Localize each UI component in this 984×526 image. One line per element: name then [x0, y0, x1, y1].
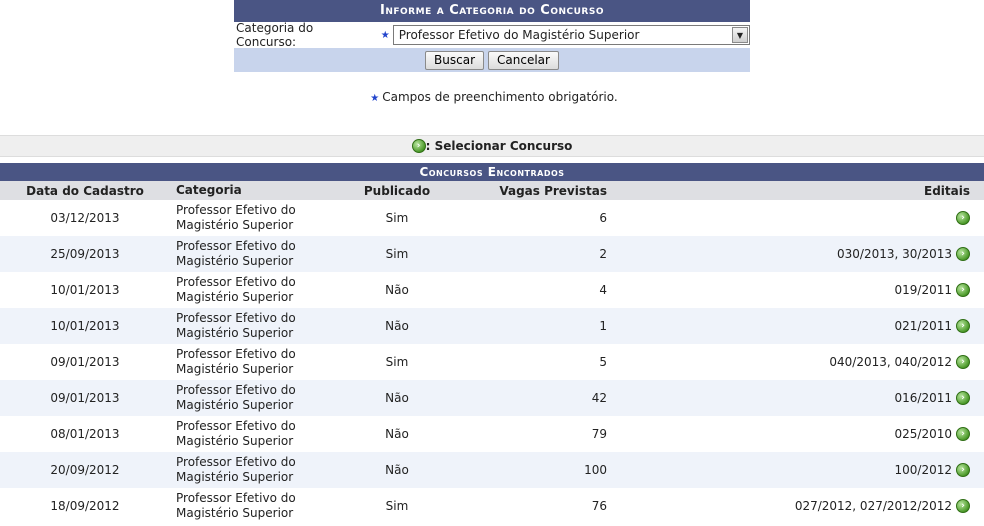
cell-publicado: Sim — [346, 236, 448, 272]
table-row: 18/09/2012 Professor Efetivo do Magistéri… — [0, 488, 984, 524]
cell-publicado: Sim — [346, 488, 448, 524]
cell-date: 10/01/2013 — [0, 308, 170, 344]
required-star-icon: ★ — [380, 29, 390, 41]
cell-editais: 019/2011 › — [613, 272, 984, 308]
cell-date: 09/01/2013 — [0, 380, 170, 416]
table-row: 25/09/2013 Professor Efetivo do Magistéri… — [0, 236, 984, 272]
header-categoria: Categoria — [170, 181, 346, 200]
header-vagas-previstas: Vagas Previstas — [448, 181, 613, 200]
table-row: 10/01/2013 Professor Efetivo do Magistéri… — [0, 308, 984, 344]
select-concurso-icon[interactable]: › — [956, 355, 970, 370]
header-data-cadastro: Data do Cadastro — [0, 181, 170, 200]
cell-vagas: 79 — [448, 416, 613, 452]
results-caption: Concursos Encontrados — [0, 163, 984, 181]
table-row: 03/12/2013 Professor Efetivo do Magistéri… — [0, 200, 984, 236]
select-concurso-icon[interactable]: › — [956, 427, 970, 442]
cell-publicado: Não — [346, 272, 448, 308]
select-concurso-icon[interactable]: › — [956, 283, 970, 298]
header-editais: Editais — [613, 181, 984, 200]
cell-editais: 025/2010 › — [613, 416, 984, 452]
cell-publicado: Não — [346, 416, 448, 452]
cell-publicado: Não — [346, 308, 448, 344]
cell-publicado: Sim — [346, 200, 448, 236]
form-buttons: Buscar Cancelar — [234, 48, 750, 72]
cell-categoria: Professor Efetivo do Magistério Superior — [170, 344, 346, 380]
select-concurso-icon[interactable]: › — [956, 391, 970, 406]
cell-vagas: 100 — [448, 452, 613, 488]
category-select[interactable]: Professor Efetivo do Magistério Superior… — [392, 25, 750, 45]
cell-vagas: 76 — [448, 488, 613, 524]
cell-date: 25/09/2013 — [0, 236, 170, 272]
category-field-row: Categoria do Concurso: ★ Professor Efeti… — [234, 21, 750, 49]
cell-editais: 100/2012 › — [613, 452, 984, 488]
select-arrow-icon: › — [411, 139, 426, 153]
select-concurso-icon[interactable]: › — [956, 211, 970, 226]
cell-date: 18/09/2012 — [0, 488, 170, 524]
search-form: Informe a Categoria do Concurso Categori… — [234, 0, 750, 72]
table-row: 10/01/2013 Professor Efetivo do Magistéri… — [0, 272, 984, 308]
cell-vagas: 5 — [448, 344, 613, 380]
select-concurso-icon[interactable]: › — [956, 319, 970, 334]
cell-categoria: Professor Efetivo do Magistério Superior — [170, 452, 346, 488]
cell-editais: 030/2013, 30/2013 › — [613, 236, 984, 272]
cell-editais: 021/2011 › — [613, 308, 984, 344]
search-form-caption: Informe a Categoria do Concurso — [234, 0, 750, 22]
cell-categoria: Professor Efetivo do Magistério Superior — [170, 380, 346, 416]
cell-categoria: Professor Efetivo do Magistério Superior — [170, 416, 346, 452]
cell-vagas: 1 — [448, 308, 613, 344]
cell-categoria: Professor Efetivo do Magistério Superior — [170, 236, 346, 272]
cell-date: 03/12/2013 — [0, 200, 170, 236]
cell-vagas: 4 — [448, 272, 613, 308]
cell-publicado: Sim — [346, 344, 448, 380]
select-concurso-icon[interactable]: › — [956, 499, 970, 514]
cell-editais: › — [613, 200, 984, 236]
legend-text: : Selecionar Concurso — [425, 139, 573, 153]
cell-editais: 027/2012, 027/2012/2012 › — [613, 488, 984, 524]
cell-date: 08/01/2013 — [0, 416, 170, 452]
category-field-label: Categoria do Concurso: — [236, 21, 314, 49]
cell-publicado: Não — [346, 452, 448, 488]
cell-categoria: Professor Efetivo do Magistério Superior — [170, 272, 346, 308]
cancelar-button[interactable]: Cancelar — [488, 50, 559, 70]
buscar-button[interactable]: Buscar — [425, 50, 485, 70]
header-publicado: Publicado — [346, 181, 448, 200]
required-fields-note: ★ Campos de preenchimento obrigatório. — [0, 90, 984, 104]
cell-categoria: Professor Efetivo do Magistério Superior — [170, 200, 346, 236]
select-concurso-icon[interactable]: › — [956, 247, 970, 262]
cell-vagas: 42 — [448, 380, 613, 416]
table-header-row: Data do Cadastro Categoria Publicado Vag… — [0, 181, 984, 200]
cell-categoria: Professor Efetivo do Magistério Superior — [170, 488, 346, 524]
cell-date: 20/09/2012 — [0, 452, 170, 488]
cell-date: 09/01/2013 — [0, 344, 170, 380]
cell-categoria: Professor Efetivo do Magistério Superior — [170, 308, 346, 344]
cell-publicado: Não — [346, 380, 448, 416]
cell-editais: 040/2013, 040/2012 › — [613, 344, 984, 380]
table-row: 08/01/2013 Professor Efetivo do Magistéri… — [0, 416, 984, 452]
required-star-icon: ★ — [370, 93, 380, 104]
dropdown-arrow-icon[interactable]: ▼ — [732, 27, 748, 43]
cell-vagas: 2 — [448, 236, 613, 272]
results-table: Data do Cadastro Categoria Publicado Vag… — [0, 181, 984, 524]
required-note-text: Campos de preenchimento obrigatório. — [382, 90, 618, 104]
cell-date: 10/01/2013 — [0, 272, 170, 308]
cell-vagas: 6 — [448, 200, 613, 236]
results-section: Concursos Encontrados Data do Cadastro C… — [0, 163, 984, 524]
legend-bar: ›: Selecionar Concurso — [0, 135, 984, 157]
cell-editais: 016/2011 › — [613, 380, 984, 416]
select-concurso-icon[interactable]: › — [956, 463, 970, 478]
category-select-value: Professor Efetivo do Magistério Superior — [398, 28, 640, 42]
table-row: 09/01/2013 Professor Efetivo do Magistéri… — [0, 380, 984, 416]
table-row: 09/01/2013 Professor Efetivo do Magistéri… — [0, 344, 984, 380]
table-row: 20/09/2012 Professor Efetivo do Magistéri… — [0, 452, 984, 488]
